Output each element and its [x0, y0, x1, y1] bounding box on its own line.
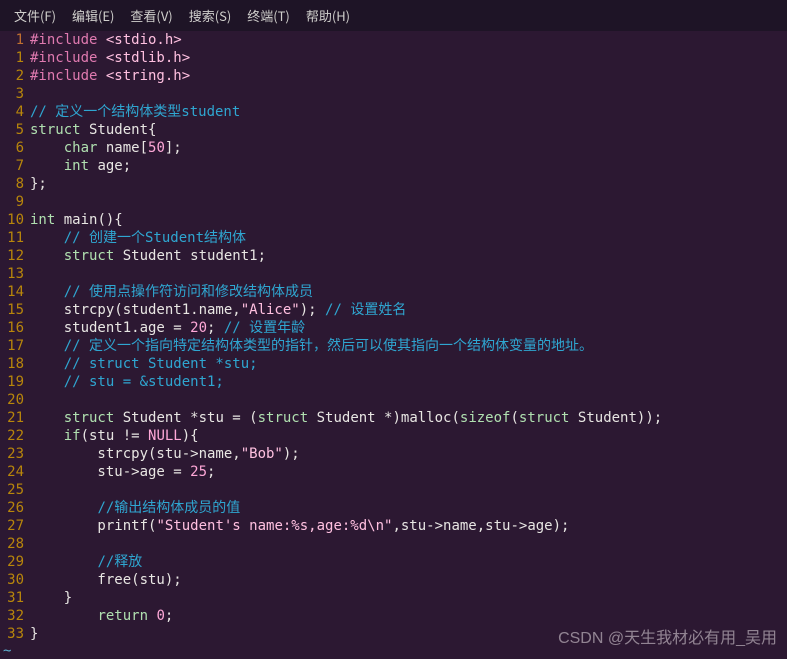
editor-area[interactable]: 1123456789101112131415161718192021222324…: [0, 31, 787, 643]
line-number: 6: [0, 139, 24, 157]
line-number: 26: [0, 499, 24, 517]
line-number: 24: [0, 463, 24, 481]
line-number: 12: [0, 247, 24, 265]
code-line[interactable]: [30, 535, 787, 553]
line-number: 32: [0, 607, 24, 625]
line-number: 31: [0, 589, 24, 607]
menu-view[interactable]: 查看(V): [124, 4, 178, 27]
line-number: 21: [0, 409, 24, 427]
line-number: 30: [0, 571, 24, 589]
code-line[interactable]: char name[50];: [30, 139, 787, 157]
line-number: 4: [0, 103, 24, 121]
line-number: 9: [0, 193, 24, 211]
menu-search[interactable]: 搜索(S): [183, 4, 238, 27]
line-number: 17: [0, 337, 24, 355]
code-line[interactable]: [30, 265, 787, 283]
code-line[interactable]: struct Student{: [30, 121, 787, 139]
line-number: 1: [0, 49, 24, 67]
code-line[interactable]: stu->age = 25;: [30, 463, 787, 481]
code-line[interactable]: struct Student *stu = (struct Student *)…: [30, 409, 787, 427]
line-number-gutter: 1123456789101112131415161718192021222324…: [0, 31, 30, 643]
code-line[interactable]: return 0;: [30, 607, 787, 625]
menu-bar: 文件(F) 编辑(E) 查看(V) 搜索(S) 终端(T) 帮助(H): [0, 0, 787, 31]
line-number: 15: [0, 301, 24, 319]
line-number: 23: [0, 445, 24, 463]
code-line[interactable]: };: [30, 175, 787, 193]
code-line[interactable]: free(stu);: [30, 571, 787, 589]
line-number: 14: [0, 283, 24, 301]
code-line[interactable]: // stu = &student1;: [30, 373, 787, 391]
menu-help[interactable]: 帮助(H): [300, 4, 356, 27]
code-line[interactable]: #include <stdlib.h>: [30, 49, 787, 67]
watermark-text: CSDN @天生我材必有用_吴用: [558, 624, 777, 648]
line-number: 28: [0, 535, 24, 553]
code-line[interactable]: // 定义一个结构体类型student: [30, 103, 787, 121]
code-line[interactable]: strcpy(stu->name,"Bob");: [30, 445, 787, 463]
line-number: 16: [0, 319, 24, 337]
code-line[interactable]: int age;: [30, 157, 787, 175]
code-line[interactable]: printf("Student's name:%s,age:%d\n",stu-…: [30, 517, 787, 535]
code-line[interactable]: [30, 481, 787, 499]
line-number: 13: [0, 265, 24, 283]
menu-terminal[interactable]: 终端(T): [241, 4, 296, 27]
menu-file[interactable]: 文件(F): [8, 4, 62, 27]
line-number: 29: [0, 553, 24, 571]
code-content[interactable]: #include <stdio.h>#include <stdlib.h>#in…: [30, 31, 787, 643]
code-line[interactable]: int main(){: [30, 211, 787, 229]
line-number: 19: [0, 373, 24, 391]
code-line[interactable]: student1.age = 20; // 设置年龄: [30, 319, 787, 337]
code-line[interactable]: }: [30, 589, 787, 607]
menu-edit[interactable]: 编辑(E): [66, 4, 120, 27]
line-number: 25: [0, 481, 24, 499]
code-line[interactable]: [30, 85, 787, 103]
line-number: 8: [0, 175, 24, 193]
code-line[interactable]: // 定义一个指向特定结构体类型的指针，然后可以使其指向一个结构体变量的地址。: [30, 337, 787, 355]
code-line[interactable]: #include <string.h>: [30, 67, 787, 85]
line-number: 5: [0, 121, 24, 139]
line-number: 22: [0, 427, 24, 445]
code-line[interactable]: [30, 391, 787, 409]
code-line[interactable]: if(stu != NULL){: [30, 427, 787, 445]
line-number: 20: [0, 391, 24, 409]
line-number: 10: [0, 211, 24, 229]
code-line[interactable]: struct Student student1;: [30, 247, 787, 265]
line-number: 2: [0, 67, 24, 85]
code-line[interactable]: [30, 193, 787, 211]
line-number: 1: [0, 31, 24, 49]
code-line[interactable]: // 创建一个Student结构体: [30, 229, 787, 247]
line-number: 3: [0, 85, 24, 103]
line-number: 27: [0, 517, 24, 535]
line-number: 7: [0, 157, 24, 175]
code-line[interactable]: // 使用点操作符访问和修改结构体成员: [30, 283, 787, 301]
code-line[interactable]: //释放: [30, 553, 787, 571]
code-line[interactable]: #include <stdio.h>: [30, 31, 787, 49]
line-number: 11: [0, 229, 24, 247]
line-number: 33: [0, 625, 24, 643]
line-number: 18: [0, 355, 24, 373]
code-line[interactable]: //输出结构体成员的值: [30, 499, 787, 517]
code-line[interactable]: // struct Student *stu;: [30, 355, 787, 373]
code-line[interactable]: strcpy(student1.name,"Alice"); // 设置姓名: [30, 301, 787, 319]
